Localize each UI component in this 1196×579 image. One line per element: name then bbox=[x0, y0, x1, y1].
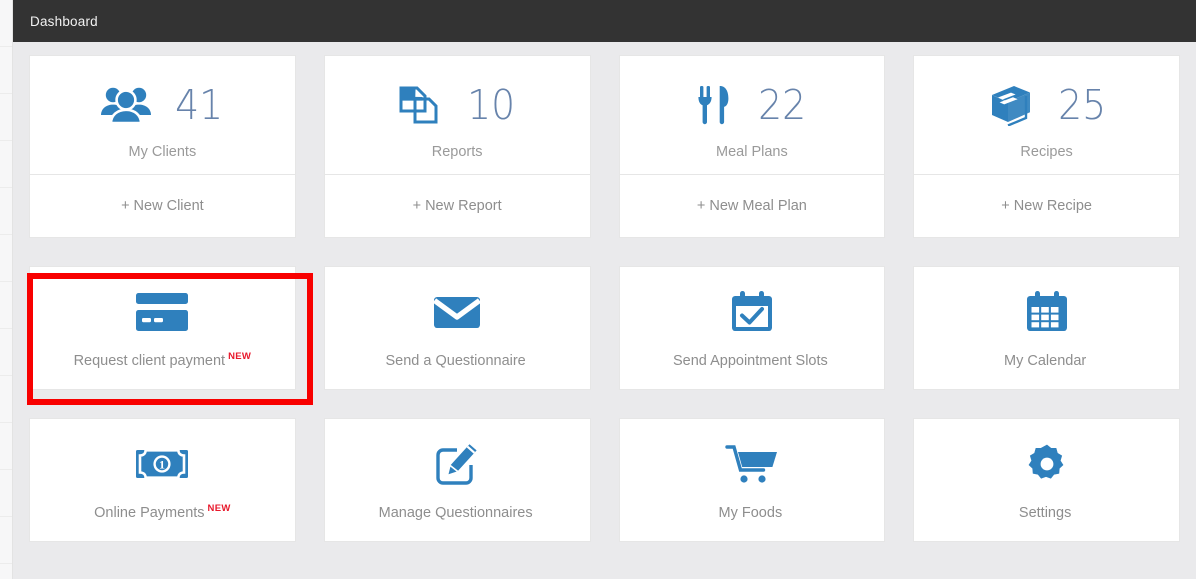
stat-label: Recipes bbox=[1020, 144, 1073, 160]
nav-rail-item[interactable] bbox=[0, 470, 12, 517]
stat-summary: 25 Recipes bbox=[914, 56, 1179, 174]
new-badge: NEW bbox=[207, 503, 231, 515]
nav-rail-item[interactable] bbox=[0, 423, 12, 470]
action-label: Manage Questionnaires bbox=[379, 503, 536, 521]
actions-row-1: Request client payment NEW Send a Questio… bbox=[29, 266, 1180, 390]
action-label: Send a Questionnaire bbox=[385, 351, 528, 369]
new-report-button[interactable]: + New Report bbox=[324, 174, 590, 237]
documents-icon bbox=[397, 83, 445, 127]
nav-rail-item[interactable] bbox=[0, 376, 12, 423]
action-tile-request-client-payment[interactable]: Request client payment NEW bbox=[29, 266, 296, 390]
stat-tile-recipes[interactable]: 25 Recipes + New Recipe bbox=[913, 55, 1180, 238]
stat-summary: 41 My Clients bbox=[30, 56, 295, 174]
stat-count: 41 bbox=[175, 80, 224, 129]
stat-tile-my-clients[interactable]: 41 My Clients + New Client bbox=[29, 55, 296, 238]
page-title: Dashboard bbox=[30, 13, 98, 29]
edit-square-icon bbox=[433, 439, 481, 489]
banknote-icon: 1 bbox=[134, 439, 190, 489]
action-label-text: Manage Questionnaires bbox=[378, 504, 533, 521]
nav-rail-item[interactable] bbox=[0, 0, 12, 47]
stat-label: Meal Plans bbox=[716, 144, 788, 160]
stat-summary: 10 Reports bbox=[325, 56, 590, 174]
nav-rail-item[interactable] bbox=[0, 329, 12, 376]
actions-row-2: 1 Online Payments NEW Manage Questionnai… bbox=[29, 418, 1180, 542]
stat-head: 10 bbox=[397, 78, 517, 132]
nav-rail-item[interactable] bbox=[0, 141, 12, 188]
action-tile-settings[interactable]: Settings bbox=[913, 418, 1180, 542]
action-tile-send-appointment-slots[interactable]: Send Appointment Slots bbox=[618, 266, 886, 390]
stat-count: 10 bbox=[467, 80, 516, 129]
stat-count: 25 bbox=[1057, 80, 1106, 129]
action-label-text: Settings bbox=[1018, 504, 1072, 521]
action-label: My Calendar bbox=[1004, 351, 1089, 369]
nav-rail-item[interactable] bbox=[0, 47, 12, 94]
action-label-text: My Calendar bbox=[1004, 352, 1087, 369]
action-tile-my-calendar[interactable]: My Calendar bbox=[913, 266, 1180, 390]
action-label-text: My Foods bbox=[718, 504, 783, 521]
new-meal-plan-button[interactable]: + New Meal Plan bbox=[619, 174, 885, 237]
nav-rail-item[interactable] bbox=[0, 235, 12, 282]
stat-summary: 22 Meal Plans bbox=[620, 56, 885, 174]
action-tile-online-payments[interactable]: 1 Online Payments NEW bbox=[29, 418, 296, 542]
credit-card-icon bbox=[132, 287, 192, 337]
stat-label: My Clients bbox=[128, 144, 197, 160]
action-label: Settings bbox=[1019, 503, 1074, 521]
stat-head: 25 bbox=[986, 78, 1108, 132]
book-icon bbox=[986, 84, 1036, 126]
action-label-text: Send Appointment Slots bbox=[672, 352, 828, 369]
gear-icon bbox=[1025, 439, 1069, 489]
users-icon bbox=[99, 85, 153, 125]
top-bar: Dashboard bbox=[13, 0, 1196, 42]
action-label-text: Send a Questionnaire bbox=[385, 352, 526, 369]
left-nav-rail[interactable] bbox=[0, 0, 13, 579]
app-shell: Dashboard 41 My Clients + New Client 10 … bbox=[13, 0, 1196, 579]
new-recipe-button[interactable]: + New Recipe bbox=[914, 174, 1179, 237]
stats-row: 41 My Clients + New Client 10 Reports + … bbox=[29, 55, 1180, 238]
action-label: Send Appointment Slots bbox=[673, 351, 831, 369]
action-tile-my-foods[interactable]: My Foods bbox=[618, 418, 886, 542]
calendar-check-icon bbox=[728, 287, 776, 337]
calendar-grid-icon bbox=[1023, 287, 1071, 337]
action-tile-send-a-questionnaire[interactable]: Send a Questionnaire bbox=[323, 266, 591, 390]
nav-rail-item[interactable] bbox=[0, 517, 12, 564]
stat-tile-meal-plans[interactable]: 22 Meal Plans + New Meal Plan bbox=[618, 55, 886, 238]
new-badge: NEW bbox=[228, 351, 252, 363]
nav-rail-item[interactable] bbox=[0, 188, 12, 235]
dashboard-grid: 41 My Clients + New Client 10 Reports + … bbox=[13, 42, 1196, 542]
action-label: Online Payments NEW bbox=[94, 503, 231, 521]
nav-rail-item[interactable] bbox=[0, 282, 12, 329]
cutlery-icon bbox=[696, 84, 736, 126]
stat-head: 41 bbox=[99, 78, 225, 132]
nav-rail-item[interactable] bbox=[0, 94, 12, 141]
action-label-text: Request client payment bbox=[73, 352, 226, 369]
action-label: My Foods bbox=[719, 503, 786, 521]
shopping-cart-icon bbox=[725, 439, 779, 489]
envelope-icon bbox=[431, 287, 483, 337]
stat-head: 22 bbox=[696, 78, 808, 132]
new-client-button[interactable]: + New Client bbox=[30, 174, 295, 237]
stat-count: 22 bbox=[757, 80, 806, 129]
action-tile-manage-questionnaires[interactable]: Manage Questionnaires bbox=[323, 418, 591, 542]
stat-tile-reports[interactable]: 10 Reports + New Report bbox=[323, 55, 591, 238]
action-label-text: Online Payments bbox=[94, 504, 205, 521]
action-label: Request client payment NEW bbox=[74, 351, 252, 369]
svg-text:1: 1 bbox=[159, 458, 165, 472]
stat-label: Reports bbox=[431, 144, 483, 160]
